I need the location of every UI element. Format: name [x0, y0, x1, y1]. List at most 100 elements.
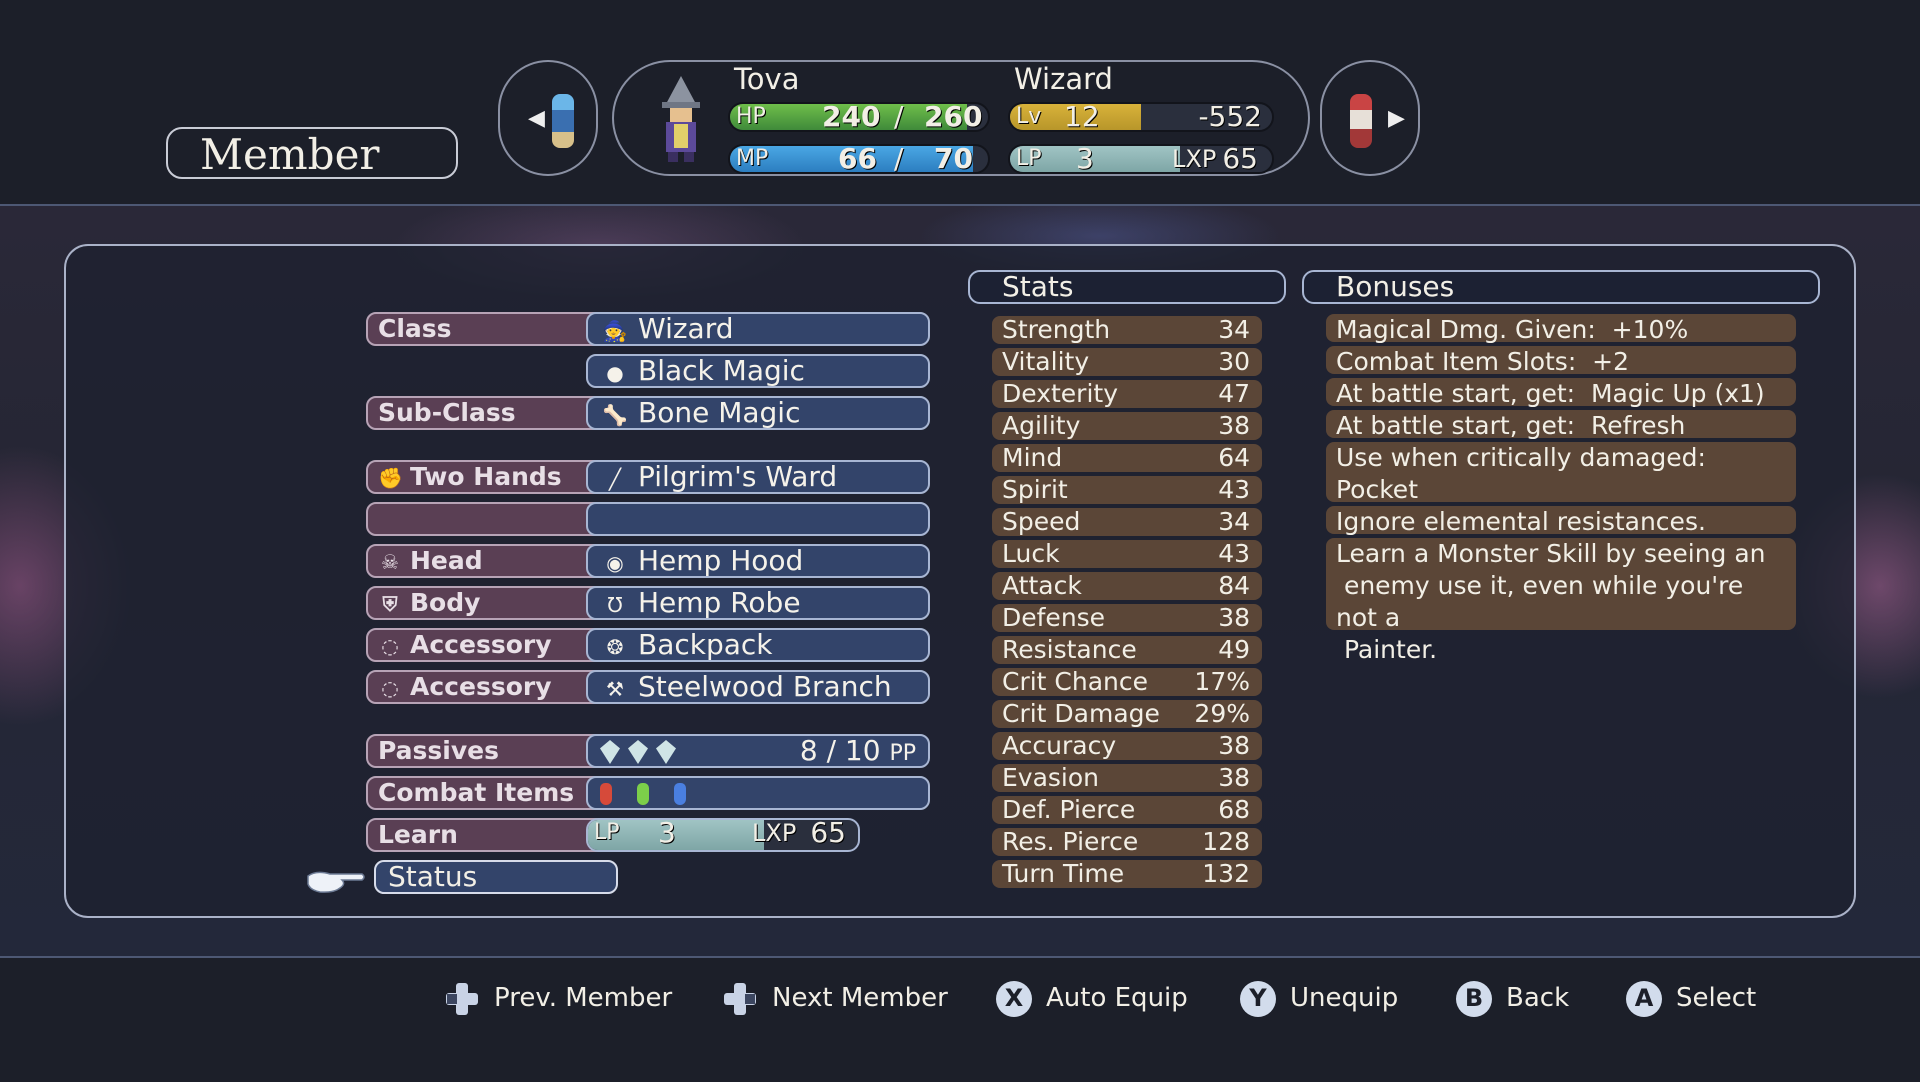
- bone-icon: 🦴: [602, 403, 628, 427]
- stat-name: Crit Damage: [1002, 699, 1160, 728]
- slot-value-body[interactable]: Ʊ Hemp Robe: [586, 586, 930, 620]
- pointing-hand-cursor-icon: [307, 871, 365, 893]
- stat-value: 30: [1218, 347, 1250, 376]
- slot-label-accessory-1: ◌ Accessory: [366, 628, 606, 662]
- stat-name: Def. Pierce: [1002, 795, 1136, 824]
- a-button-icon: A: [1626, 980, 1662, 1017]
- party-member-sprite: [552, 94, 574, 148]
- passive-gem-icon: [656, 740, 676, 764]
- stat-row: Turn Time 132: [992, 860, 1262, 888]
- passive-gem-icon: [600, 740, 620, 764]
- learn-lxp-label: LXP: [752, 819, 797, 847]
- next-member-button[interactable]: ▶: [1320, 60, 1420, 176]
- stat-row: Spirit 43: [992, 476, 1262, 504]
- party-member-sprite: [1350, 94, 1372, 148]
- stat-value: 38: [1218, 603, 1250, 632]
- hp-max: 260: [924, 102, 983, 132]
- next-member-hint[interactable]: Next Member: [722, 980, 948, 1016]
- stat-name: Res. Pierce: [1002, 827, 1139, 856]
- auto-equip-hint[interactable]: X Auto Equip: [996, 980, 1188, 1017]
- slot-label-two-hands: ✊ Two Hands: [366, 460, 606, 494]
- stat-name: Turn Time: [1002, 859, 1125, 888]
- lxp-label: LXP: [1172, 145, 1217, 173]
- learn-label: Learn: [366, 818, 606, 852]
- level-label: Lv: [1016, 104, 1042, 129]
- unequip-hint[interactable]: Y Unequip: [1240, 980, 1398, 1017]
- slot-label-body: ⛨ Body: [366, 586, 606, 620]
- lp-label: LP: [1016, 146, 1042, 171]
- mp-separator: /: [894, 144, 904, 174]
- stat-row: Agility 38: [992, 412, 1262, 440]
- learn-bar[interactable]: LP 3 LXP 65: [586, 818, 860, 852]
- stat-name: Attack: [1002, 571, 1082, 600]
- b-button-icon: B: [1456, 980, 1492, 1017]
- stat-row: Defense 38: [992, 604, 1262, 632]
- stat-value: 132: [1202, 859, 1250, 888]
- slot-value-accessory-2[interactable]: ⚒ Steelwood Branch: [586, 670, 930, 704]
- learn-lxp-value: 65: [810, 818, 846, 849]
- slot-label-accessory-2: ◌ Accessory: [366, 670, 606, 704]
- hood-icon: ◉: [606, 551, 624, 575]
- stat-value: 38: [1218, 763, 1250, 792]
- stat-value: 17%: [1194, 667, 1250, 696]
- slot-label-empty: [366, 502, 606, 536]
- slot-value-empty[interactable]: [586, 502, 930, 536]
- stat-name: Speed: [1002, 507, 1081, 536]
- mp-bar: MP 66 / 70: [728, 144, 990, 174]
- black-orb-icon: ●: [606, 361, 624, 385]
- stat-row: Dexterity 47: [992, 380, 1262, 408]
- status-button[interactable]: Status: [374, 860, 618, 894]
- stat-name: Mind: [1002, 443, 1063, 472]
- character-job: Wizard: [1014, 62, 1113, 96]
- fist-icon: ✊: [378, 466, 403, 490]
- stat-name: Luck: [1002, 539, 1060, 568]
- stat-row: Evasion 38: [992, 764, 1262, 792]
- stat-row: Speed 34: [992, 508, 1262, 536]
- prev-member-button[interactable]: ◀: [498, 60, 598, 176]
- passive-points: 8 / 10 PP: [799, 734, 916, 767]
- passive-gem-icon: [628, 740, 648, 764]
- mp-label: MP: [736, 146, 769, 171]
- y-button-icon: Y: [1240, 980, 1276, 1017]
- stat-value: 38: [1218, 731, 1250, 760]
- bonus-row: Use when critically damaged: Pocket Sand: [1326, 442, 1796, 536]
- stat-value: 128: [1202, 827, 1250, 856]
- bonus-row: At battle start, get: Magic Up (x1): [1326, 378, 1796, 408]
- slot-value-two-hands[interactable]: ╱ Pilgrim's Ward: [586, 460, 930, 494]
- backpack-icon: ❂: [606, 635, 624, 659]
- stat-name: Crit Chance: [1002, 667, 1149, 696]
- stat-value: 29%: [1194, 699, 1250, 728]
- select-hint[interactable]: A Select: [1626, 980, 1756, 1017]
- lp-bar: LP 3 LXP 65: [1008, 144, 1274, 174]
- arrow-right-icon: ▶: [1388, 106, 1405, 131]
- bonus-row: Ignore elemental resistances.: [1326, 506, 1796, 536]
- hp-separator: /: [894, 102, 904, 132]
- stat-row: Crit Chance 17%: [992, 668, 1262, 696]
- combat-items-value[interactable]: [586, 776, 930, 810]
- slot-label-head: ☠ Head: [366, 544, 606, 578]
- mp-current: 66: [838, 144, 877, 174]
- stat-name: Spirit: [1002, 475, 1068, 504]
- stat-row: Attack 84: [992, 572, 1262, 600]
- stat-row: Resistance 49: [992, 636, 1262, 664]
- bonus-row: Combat Item Slots: +2: [1326, 346, 1796, 376]
- stat-row: Res. Pierce 128: [992, 828, 1262, 856]
- stat-name: Accuracy: [1002, 731, 1117, 760]
- stat-row: Luck 43: [992, 540, 1262, 568]
- prev-member-hint[interactable]: Prev. Member: [444, 980, 672, 1016]
- hp-current: 240: [822, 102, 881, 132]
- bonus-row: Learn a Monster Skill by seeing an enemy…: [1326, 538, 1796, 664]
- wizard-hat-icon: 🧙: [602, 319, 628, 343]
- x-button-icon: X: [996, 980, 1032, 1017]
- class-value[interactable]: 🧙 Wizard: [586, 312, 930, 346]
- passives-value[interactable]: 8 / 10 PP: [586, 734, 930, 768]
- stat-value: 43: [1218, 539, 1250, 568]
- hp-label: HP: [736, 104, 766, 129]
- subclass-value[interactable]: 🦴 Bone Magic: [586, 396, 930, 430]
- slot-value-head[interactable]: ◉ Hemp Hood: [586, 544, 930, 578]
- slot-value-accessory-1[interactable]: ❂ Backpack: [586, 628, 930, 662]
- red-potion-icon: [600, 783, 612, 805]
- staff-icon: ╱: [608, 467, 622, 491]
- class-skill-value[interactable]: ● Black Magic: [586, 354, 930, 388]
- back-hint[interactable]: B Back: [1456, 980, 1569, 1017]
